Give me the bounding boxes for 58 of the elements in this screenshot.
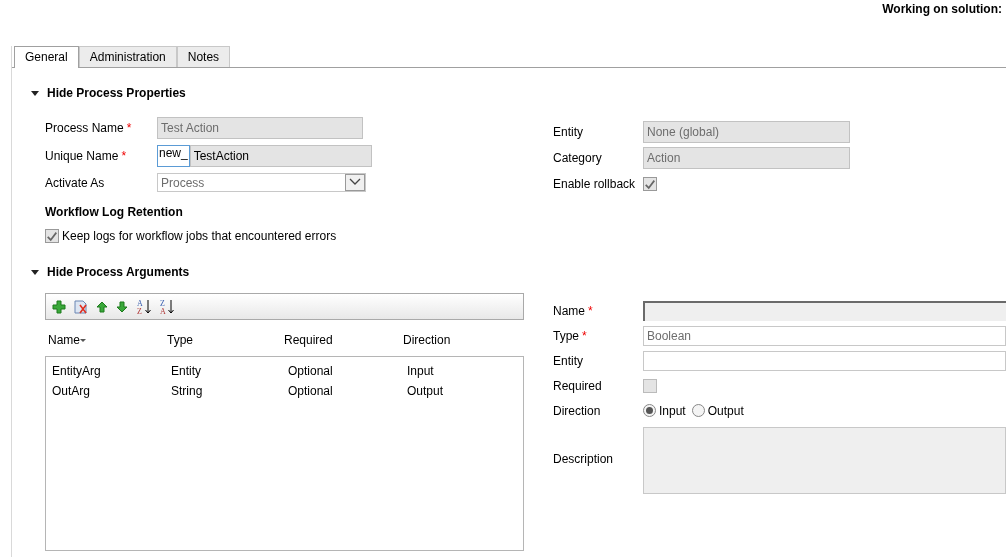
checkbox[interactable] bbox=[643, 378, 657, 393]
prefix-field[interactable]: new_ bbox=[157, 144, 190, 167]
collapse-triangle-icon[interactable] bbox=[31, 90, 39, 96]
table-cell-text: EntityArg bbox=[52, 363, 102, 380]
text-field[interactable]: Boolean bbox=[643, 325, 1006, 346]
table-cell-text: String bbox=[171, 383, 204, 400]
solution-status-text: Working on solution: bbox=[882, 1, 1002, 18]
table-cell-text: Input bbox=[407, 363, 434, 380]
radio-option[interactable]: Input bbox=[643, 401, 686, 420]
field-label: Entity bbox=[553, 352, 583, 370]
column-header[interactable]: Direction bbox=[403, 331, 451, 349]
column-header[interactable]: Name bbox=[48, 331, 167, 349]
checkmark-icon bbox=[46, 229, 58, 243]
field-label: Unique Name bbox=[45, 147, 119, 165]
tab[interactable]: Administration bbox=[78, 46, 177, 67]
field-label: Direction bbox=[553, 402, 601, 420]
tab[interactable]: General bbox=[14, 46, 79, 68]
text-field[interactable] bbox=[643, 350, 1006, 371]
table-cell-text: OutArg bbox=[52, 383, 91, 400]
text-field[interactable]: None (global) bbox=[643, 121, 850, 143]
field-label: Enable rollback bbox=[553, 176, 637, 193]
table-cell-text: Entity bbox=[171, 363, 202, 380]
field-label: Process Name bbox=[45, 120, 124, 137]
dropdown-field[interactable]: Process bbox=[157, 173, 366, 192]
table-cell-text: Output bbox=[407, 383, 444, 400]
column-header[interactable]: Required bbox=[284, 331, 403, 349]
delete-icon[interactable] bbox=[74, 299, 88, 314]
field-label: Entity bbox=[553, 124, 584, 141]
add-icon[interactable] bbox=[52, 299, 66, 314]
table-cell-text: Optional bbox=[288, 363, 334, 380]
required-mark: * bbox=[588, 302, 593, 320]
table-cell-text: Optional bbox=[288, 383, 334, 400]
text-field[interactable]: TestAction bbox=[189, 144, 372, 167]
up-arrow-icon[interactable] bbox=[96, 300, 108, 313]
section-header: Hide Process Arguments bbox=[47, 264, 190, 281]
column-header[interactable]: Type bbox=[167, 331, 284, 349]
tab[interactable]: Notes bbox=[176, 46, 231, 67]
field-label: Required bbox=[553, 377, 602, 395]
field-label: Category bbox=[553, 150, 603, 167]
text-field[interactable]: Action bbox=[643, 147, 850, 169]
checkmark-icon bbox=[644, 177, 656, 191]
field-label: Description bbox=[553, 450, 614, 468]
checkbox[interactable] bbox=[643, 177, 657, 191]
checkbox-label: Keep logs for workflow jobs that encountered errors bbox=[62, 228, 337, 245]
required-mark: * bbox=[582, 327, 587, 345]
sort-caret-icon[interactable] bbox=[80, 338, 86, 342]
down-arrow-icon[interactable] bbox=[116, 300, 128, 313]
field-label: Activate As bbox=[45, 174, 105, 192]
text-field[interactable]: Test Action bbox=[157, 117, 363, 139]
required-mark: * bbox=[121, 147, 127, 165]
field-label: Name bbox=[553, 302, 585, 320]
required-mark: * bbox=[126, 120, 132, 137]
field-label: Type bbox=[553, 327, 579, 345]
radio-option[interactable]: Output bbox=[691, 401, 744, 420]
collapse-triangle-icon[interactable] bbox=[31, 269, 39, 275]
checkbox[interactable] bbox=[45, 229, 59, 243]
section-header: Hide Process Properties bbox=[47, 85, 186, 102]
section-subheader: Workflow Log Retention bbox=[45, 204, 184, 221]
